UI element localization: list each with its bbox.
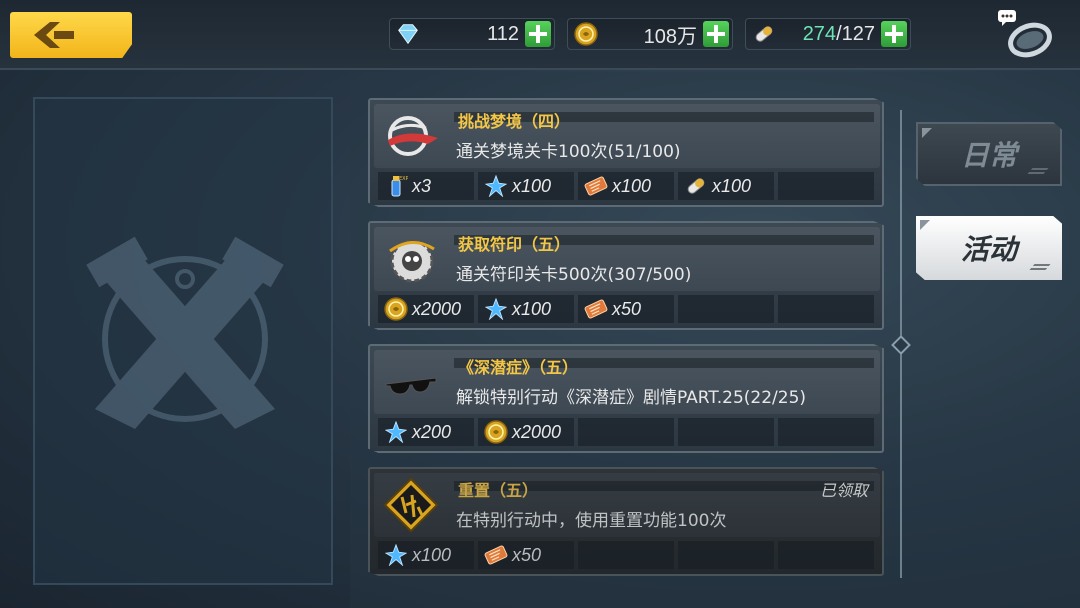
mission-title: 重置（五） bbox=[458, 481, 539, 500]
reward-slot: x100 bbox=[478, 172, 574, 200]
reward-qty: x200 bbox=[412, 421, 452, 442]
reward-slot-empty bbox=[578, 541, 674, 569]
stamina-capsule-icon bbox=[684, 174, 708, 198]
claimed-status: 已领取 bbox=[819, 481, 868, 500]
gem-value: 112 bbox=[487, 22, 519, 45]
tab-event[interactable]: 活动 bbox=[916, 216, 1062, 280]
blue-crystal-icon bbox=[484, 297, 508, 321]
reward-slot-empty bbox=[678, 418, 774, 446]
reward-slot: x100 bbox=[678, 172, 774, 200]
mission-card[interactable]: 挑战梦境（四） 通关梦境关卡100次(51/100) x3 x100 x100 … bbox=[368, 98, 884, 207]
ticket-icon bbox=[584, 297, 608, 321]
tab-daily-label: 日常 bbox=[960, 139, 1017, 172]
reward-slot-empty bbox=[778, 418, 874, 446]
reward-qty: x3 bbox=[412, 175, 432, 196]
mission-card[interactable]: 《深潜症》（五） 解锁特别行动《深潜症》剧情PART.25(22/25) x20… bbox=[368, 344, 884, 453]
reward-qty: x50 bbox=[612, 298, 642, 319]
stamina-max: /127 bbox=[836, 22, 875, 45]
reward-slot: x100 bbox=[578, 172, 674, 200]
reset-rune-icon bbox=[382, 477, 440, 533]
gold-coin-icon bbox=[384, 297, 408, 321]
blue-crystal-icon bbox=[384, 543, 408, 567]
aegis-emblem-icon bbox=[86, 236, 284, 429]
mission-title: 获取符印（五） bbox=[458, 235, 571, 254]
gem-counter: 112 bbox=[389, 18, 555, 50]
reward-qty: x2000 bbox=[412, 298, 462, 319]
ticket-icon bbox=[484, 543, 508, 567]
reward-slot-empty bbox=[678, 295, 774, 323]
stamina-current: 274 bbox=[802, 22, 837, 45]
reward-row: x200 x2000 bbox=[378, 418, 878, 448]
reward-slot: x200 bbox=[378, 418, 474, 446]
mission-desc: 解锁特别行动《深潜症》剧情PART.25(22/25) bbox=[456, 388, 807, 408]
coin-counter: 108万 bbox=[567, 18, 733, 50]
tab-daily[interactable]: 日常 bbox=[916, 122, 1062, 186]
gold-coin-icon bbox=[484, 420, 508, 444]
tab-corner bbox=[920, 220, 930, 230]
reward-qty: x50 bbox=[512, 544, 542, 565]
add-coins-button[interactable] bbox=[703, 21, 729, 47]
ticket-icon bbox=[584, 174, 608, 198]
left-emblem-panel bbox=[33, 97, 333, 585]
tab-mark bbox=[1027, 168, 1049, 174]
reward-row: x100 x50 bbox=[378, 541, 878, 571]
top-bar: 112 108万 274/127 bbox=[0, 0, 1080, 70]
reward-slot: x100 bbox=[378, 541, 474, 569]
reward-row: x2000 x100 x50 bbox=[378, 295, 878, 325]
mission-desc: 在特别行动中，使用重置功能100次 bbox=[456, 511, 727, 531]
reward-qty: x100 bbox=[712, 175, 752, 196]
reward-slot: x50 bbox=[478, 541, 574, 569]
blue-crystal-icon bbox=[484, 174, 508, 198]
reward-slot: x50 bbox=[578, 295, 674, 323]
chat-ring-button[interactable] bbox=[996, 6, 1058, 62]
mission-card[interactable]: 获取符印（五） 通关符印关卡500次(307/500) x2000 x100 x… bbox=[368, 221, 884, 330]
mission-card[interactable]: 重置（五） 已领取 在特别行动中，使用重置功能100次 x100 x50 bbox=[368, 467, 884, 576]
tab-mark bbox=[1029, 264, 1051, 270]
stamina-capsule-icon bbox=[750, 20, 778, 48]
reward-slot-empty bbox=[778, 541, 874, 569]
stamina-value: 274/127 bbox=[778, 23, 881, 46]
tab-corner bbox=[922, 128, 932, 138]
dream-emblem-icon bbox=[382, 108, 440, 164]
exp-potion-icon bbox=[384, 174, 408, 198]
sunglasses-icon bbox=[382, 354, 440, 410]
reward-slot: x2000 bbox=[478, 418, 574, 446]
add-gems-button[interactable] bbox=[525, 21, 551, 47]
reward-slot-empty bbox=[778, 295, 874, 323]
back-button[interactable] bbox=[10, 12, 132, 58]
chevron-left-icon bbox=[34, 22, 74, 48]
reward-slot-empty bbox=[678, 541, 774, 569]
reward-slot-empty bbox=[778, 172, 874, 200]
reward-slot: x2000 bbox=[378, 295, 474, 323]
gold-coin-icon bbox=[572, 20, 600, 48]
mission-title: 挑战梦境（四） bbox=[458, 112, 571, 131]
reward-slot: x3 bbox=[378, 172, 474, 200]
mission-title: 《深潜症》（五） bbox=[458, 358, 579, 377]
reward-qty: x100 bbox=[512, 175, 552, 196]
gear-sigil-icon bbox=[382, 231, 440, 287]
coin-value: 108万 bbox=[643, 25, 697, 48]
reward-slot: x100 bbox=[478, 295, 574, 323]
stamina-counter: 274/127 bbox=[745, 18, 911, 50]
reward-qty: x2000 bbox=[512, 421, 562, 442]
blue-crystal-icon bbox=[384, 420, 408, 444]
mission-desc: 通关梦境关卡100次(51/100) bbox=[456, 142, 681, 162]
reward-row: x3 x100 x100 x100 bbox=[378, 172, 878, 202]
mission-desc: 通关符印关卡500次(307/500) bbox=[456, 265, 692, 285]
reward-qty: x100 bbox=[412, 544, 452, 565]
add-stamina-button[interactable] bbox=[881, 21, 907, 47]
diamond-icon bbox=[394, 20, 422, 48]
reward-qty: x100 bbox=[612, 175, 652, 196]
reward-qty: x100 bbox=[512, 298, 552, 319]
reward-slot-empty bbox=[578, 418, 674, 446]
tab-event-label: 活动 bbox=[960, 233, 1017, 266]
ring-chat-icon bbox=[998, 10, 1052, 58]
